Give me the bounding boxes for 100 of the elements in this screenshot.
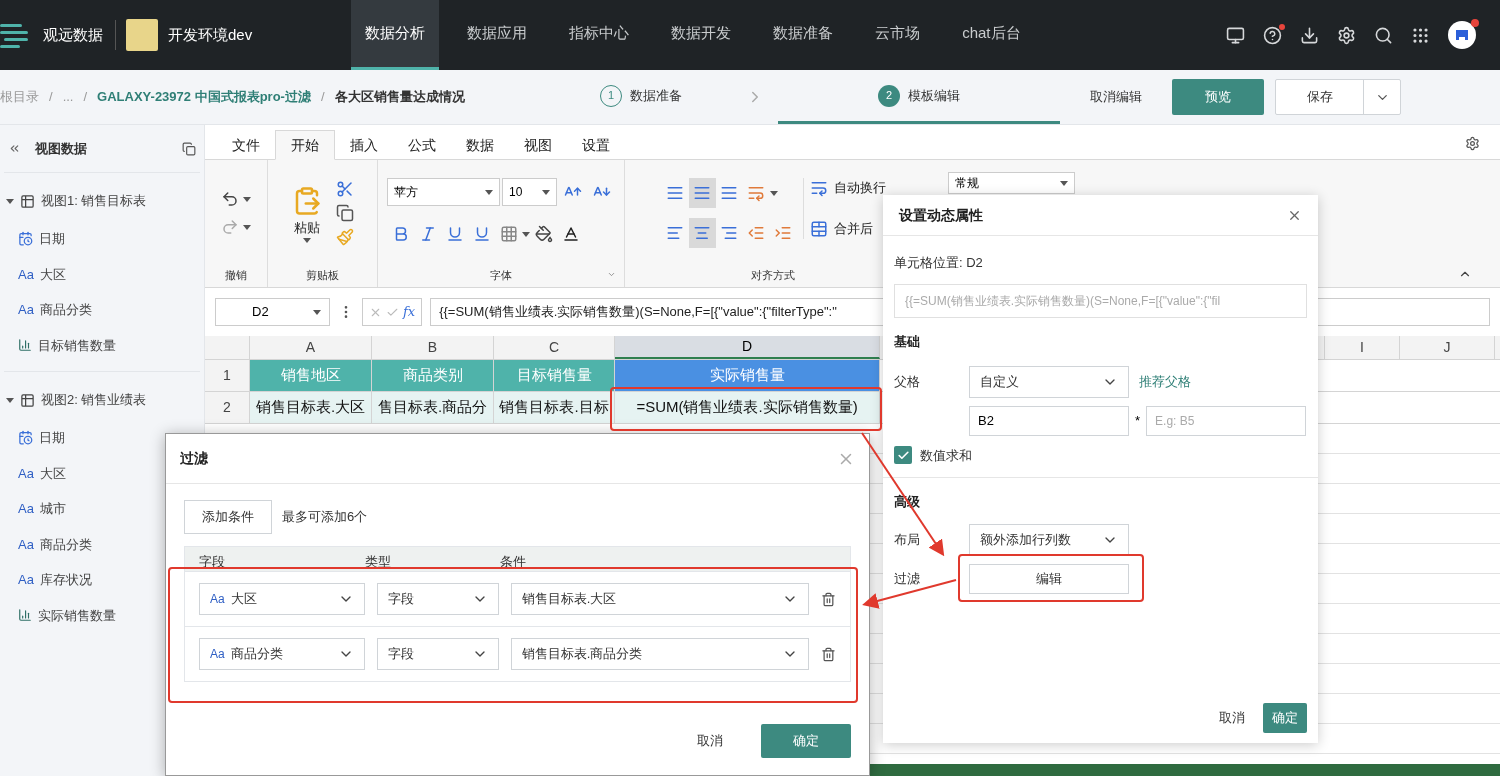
parent-cell-input[interactable]: B2 [969,405,1129,436]
expanded-caret-icon [6,397,14,403]
caret-icon [522,231,530,237]
nav-tab[interactable]: 数据开发 [657,0,746,70]
field-select[interactable]: Aa 大区 [199,583,366,615]
number-format-select[interactable]: 常规 [948,172,1075,194]
user-avatar[interactable] [1448,21,1476,49]
calendar-icon [18,430,33,446]
formula-preview-field: {{=SUM(销售业绩表.实际销售数量)(S=None,F=[{"value":{"fil [894,284,1307,318]
field-item[interactable]: 大区 [39,463,66,483]
table-cell: 目标销售量 [494,360,615,391]
field-item[interactable]: 库存状况 [39,570,92,590]
help-icon[interactable] [1263,25,1282,45]
dialog-title: 过滤 [180,449,208,468]
sum-checkbox[interactable] [894,446,912,465]
ribbon-tab[interactable]: 视图 [509,130,567,160]
sidebar-title: 视图数据 [35,139,87,158]
field-select[interactable]: Aa 商品分类 [199,638,366,670]
nav-tab[interactable]: 数据准备 [759,0,848,70]
nav-tab[interactable]: 数据分析 [351,0,440,70]
breadcrumb-separator: / [320,88,325,107]
scissors-icon[interactable] [335,180,354,199]
apps-grid-icon[interactable] [1411,25,1430,45]
align-center-icon[interactable] [688,218,716,249]
field-item[interactable]: 实际销售数量 [38,605,116,625]
field-item[interactable]: 城市 [39,499,66,519]
cancel-button[interactable]: 取消 [697,731,723,751]
delete-icon[interactable] [821,646,836,662]
column-header[interactable]: J [1400,336,1495,359]
field-item[interactable]: 目标销售数量 [38,335,116,355]
ribbon-tab[interactable]: 数据 [451,130,509,160]
merge-cells-icon [809,220,828,238]
edit-filter-button[interactable]: 编辑 [969,563,1129,594]
ribbon-group-label: 撤销 [225,267,247,283]
ribbon-tab[interactable]: 插入 [335,130,393,160]
merge-button[interactable]: 合并后 [809,219,886,239]
breadcrumb-separator: / [83,88,88,107]
column-header[interactable]: I [1325,336,1400,359]
row-header[interactable]: 1 [205,360,250,391]
column-header[interactable]: A [250,336,372,359]
condition-select[interactable]: 销售目标表.大区 [510,583,810,615]
recommend-parent-link[interactable]: 推荐父格 [1139,371,1191,392]
ribbon-tab[interactable]: 公式 [393,130,451,160]
font-select[interactable]: 苹方 [387,178,500,207]
confirm-button[interactable]: 确定 [761,724,851,758]
column-heading: 字段 [198,552,226,571]
add-condition-button[interactable]: 添加条件 [184,500,272,534]
font-size-select[interactable]: 10 [502,178,557,207]
align-middle-icon[interactable] [688,178,716,209]
parent-mode-select[interactable]: 自定义 [969,365,1129,398]
row-header[interactable]: 2 [205,392,250,423]
panel-title: 设置动态属性 [899,205,983,225]
field-item[interactable]: 商品分类 [39,534,92,554]
child-cell-input[interactable]: E.g: B5 [1146,405,1307,436]
ribbon-tab[interactable]: 开始 [275,130,335,160]
field-item[interactable]: 日期 [39,428,65,448]
ribbon-tab[interactable]: 设置 [567,130,625,160]
nav-tab[interactable]: chat后台 [948,0,1035,70]
cancel-edit-button[interactable]: 取消编辑 [1090,87,1142,107]
function-icon[interactable]: fx [403,302,416,322]
confirm-button[interactable]: 确定 [1263,703,1307,733]
undo-icon[interactable] [221,190,239,209]
condition-select[interactable]: 销售目标表.商品分类 [510,638,810,670]
checkbox-label: 数值求和 [920,446,972,465]
text-type-icon: Aa [210,645,225,663]
ribbon-group-label: 字体 [490,267,512,283]
nav-tab[interactable]: 云市场 [861,0,935,70]
caret-icon [243,224,251,230]
delete-icon[interactable] [821,591,836,607]
copy-icon[interactable] [335,204,354,223]
settings-icon[interactable] [1465,136,1480,151]
field-item[interactable]: 大区 [39,264,66,284]
cancel-button[interactable]: 取消 [1219,708,1245,728]
wrap-text-button[interactable]: 自动换行 [809,177,886,198]
nav-tab[interactable]: 指标中心 [555,0,644,70]
collapse-icon[interactable] [8,142,21,155]
step-tab[interactable]: 1 数据准备 [590,70,732,124]
layout-select[interactable]: 额外添加行列数 [969,523,1129,556]
ribbon-tab[interactable]: 文件 [217,130,275,160]
copy-icon[interactable] [182,141,196,156]
field-item[interactable]: 商品分类 [39,300,92,320]
checkmark-icon [896,448,910,462]
column-header[interactable]: B [372,336,494,359]
column-header[interactable]: D [615,336,880,359]
workspace-name[interactable]: 开发环境dev [168,23,253,47]
field-item[interactable]: 日期 [39,229,65,249]
dialog-launcher-icon[interactable] [607,270,616,279]
monitor-icon[interactable] [1226,25,1245,45]
caret-icon [302,237,311,243]
preview-button[interactable]: 预览 [1172,79,1264,115]
search-icon[interactable] [1374,25,1393,45]
view-group-header[interactable]: 视图2: 销售业绩表 [4,380,200,420]
download-icon[interactable] [1300,25,1319,45]
type-select[interactable]: 字段 [377,583,499,615]
type-select[interactable]: 字段 [377,638,499,670]
cell-name-box[interactable]: D2 [215,298,330,326]
paste-button[interactable]: 粘贴 [291,184,322,243]
nav-tab[interactable]: 数据应用 [453,0,542,70]
breadcrumb-item[interactable]: GALAXY-23972 中国式报表pro-过滤 [97,87,311,107]
view-group-header[interactable]: 视图1: 销售目标表 [4,181,200,221]
